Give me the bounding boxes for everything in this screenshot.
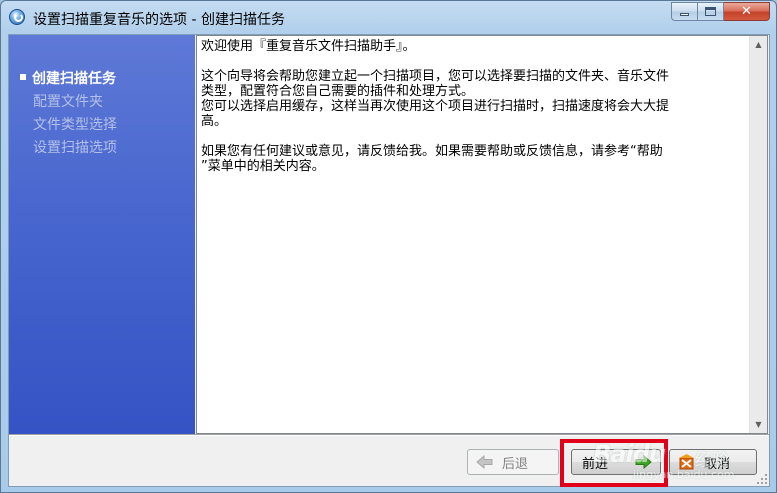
- scroll-up-arrow-icon[interactable]: ▲: [750, 36, 767, 53]
- close-button[interactable]: ✕: [724, 2, 770, 21]
- window-controls: ✕: [671, 2, 770, 22]
- welcome-text: 欢迎使用『重复音乐文件扫描助手』。: [201, 39, 416, 54]
- intro-text-line2: 类型，配置符合您自己需要的插件和处理方式。: [201, 84, 475, 99]
- maximize-icon: [705, 7, 716, 16]
- next-button-highlight-box: [560, 439, 668, 487]
- intro-text-line1: 这个向导将会帮助您建立起一个扫描项目，您可以选择要扫描的文件夹、音乐文件: [201, 69, 670, 84]
- steps-sidebar: 创建扫描任务 配置文件夹 文件类型选择 设置扫描选项: [9, 35, 195, 434]
- window-title: 设置扫描重复音乐的选项 - 创建扫描任务: [33, 12, 285, 28]
- step-label: 配置文件夹: [33, 94, 103, 110]
- current-step-bullet-icon: [20, 74, 26, 80]
- cancel-button-label: 取消: [704, 456, 731, 472]
- minimize-icon: [680, 13, 689, 16]
- back-button[interactable]: 后退: [467, 449, 559, 475]
- step-file-type-selection: 文件类型选择: [33, 114, 117, 137]
- back-arrow-icon: [476, 454, 494, 470]
- vertical-scrollbar[interactable]: ▲ ▼: [749, 36, 767, 433]
- steps-list: 创建扫描任务 配置文件夹 文件类型选择 设置扫描选项: [20, 68, 117, 160]
- scroll-down-arrow-icon[interactable]: ▼: [750, 416, 767, 433]
- resize-grip-icon[interactable]: [756, 473, 768, 485]
- back-button-label: 后退: [502, 456, 529, 472]
- footer-separator: [9, 434, 769, 436]
- feedback-text-line1: 如果您有任何建议或意见，请反馈给我。如果需要帮助或反馈信息，请参考“帮助: [201, 144, 663, 159]
- app-icon: [9, 9, 25, 25]
- step-label: 创建扫描任务: [32, 71, 116, 87]
- close-icon: ✕: [741, 4, 752, 19]
- wizard-window: 设置扫描重复音乐的选项 - 创建扫描任务 ✕ 创建扫描任务 配置文件夹 文件类型…: [0, 0, 777, 493]
- cancel-icon: [678, 454, 696, 470]
- minimize-button[interactable]: [671, 2, 698, 21]
- cancel-button[interactable]: 取消: [669, 449, 757, 475]
- description-panel[interactable]: 欢迎使用『重复音乐文件扫描助手』。 这个向导将会帮助您建立起一个扫描项目，您可以…: [196, 35, 768, 434]
- step-label: 设置扫描选项: [33, 140, 117, 156]
- step-configure-folders: 配置文件夹: [33, 91, 117, 114]
- description-text: 欢迎使用『重复音乐文件扫描助手』。 这个向导将会帮助您建立起一个扫描项目，您可以…: [201, 39, 747, 174]
- step-scan-options: 设置扫描选项: [33, 137, 117, 160]
- maximize-button[interactable]: [698, 2, 724, 21]
- wizard-body: 创建扫描任务 配置文件夹 文件类型选择 设置扫描选项 欢迎使用『重复音乐文件扫描…: [8, 34, 770, 487]
- title-bar[interactable]: 设置扫描重复音乐的选项 - 创建扫描任务 ✕: [1, 1, 776, 34]
- step-create-scan-task: 创建扫描任务: [20, 68, 117, 91]
- cache-text-line2: 高。: [201, 114, 228, 129]
- feedback-text-line2: ”菜单中的相关内容。: [201, 159, 325, 174]
- cache-text-line1: 您可以选择启用缓存，这样当再次使用这个项目进行扫描时，扫描速度将会大大提: [201, 99, 670, 114]
- step-label: 文件类型选择: [33, 117, 117, 133]
